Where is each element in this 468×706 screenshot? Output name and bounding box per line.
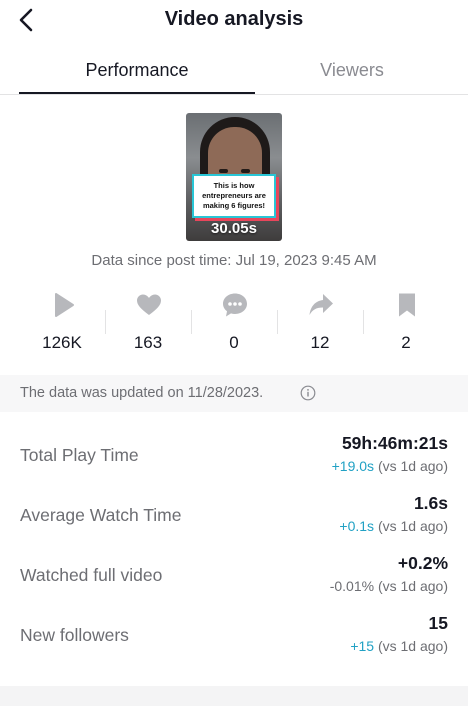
metric-delta: +0.1s (vs 1d ago) (339, 518, 448, 534)
metric-new-followers: New followers 15 +15 (vs 1d ago) (0, 611, 468, 671)
metric-change: +0.1s (339, 518, 375, 534)
stat-comments-value: 0 (229, 333, 239, 352)
stat-shares-value: 12 (310, 333, 330, 352)
stat-comments: 0 (191, 290, 277, 360)
info-icon[interactable] (300, 385, 316, 401)
header: Video analysis (0, 0, 468, 42)
metric-label: Watched full video (20, 565, 163, 585)
update-notice-text: The data was updated on 11/28/2023. (20, 385, 264, 401)
video-thumbnail[interactable]: This is how entrepreneurs are making 6 f… (186, 113, 282, 241)
metric-label: New followers (20, 625, 129, 645)
post-time-text: Data since post time: Jul 19, 2023 9:45 … (91, 252, 377, 269)
thumbnail-eye-right (241, 169, 250, 173)
stat-views: 126K (19, 290, 105, 360)
metric-change: +15 (350, 638, 375, 654)
metric-delta: -0.01% (vs 1d ago) (330, 578, 448, 594)
metric-delta: +19.0s (vs 1d ago) (332, 458, 448, 474)
metric-compare: (vs 1d ago) (374, 518, 448, 534)
tab-bar: Performance Viewers (0, 50, 468, 95)
metric-label: Total Play Time (20, 445, 139, 465)
video-caption: This is how entrepreneurs are making 6 f… (192, 174, 276, 218)
metric-total-play-time: Total Play Time 59h:46m:21s +19.0s (vs 1… (0, 431, 468, 491)
bookmark-icon (399, 293, 415, 317)
update-notice: The data was updated on 11/28/2023. (0, 375, 468, 412)
metric-compare: (vs 1d ago) (374, 458, 448, 474)
page-title: Video analysis (164, 8, 304, 30)
metric-change: +19.0s (331, 458, 375, 474)
stat-saves-value: 2 (401, 333, 411, 352)
engagement-stats: 126K 163 0 12 2 (0, 290, 468, 360)
metric-value: 15 (428, 613, 448, 633)
stat-saves: 2 (363, 290, 449, 360)
metric-value: 1.6s (413, 493, 448, 513)
section-separator (0, 686, 468, 706)
tab-performance[interactable]: Performance (19, 50, 255, 94)
heart-icon (137, 294, 161, 315)
metric-value: +0.2% (397, 553, 448, 573)
metric-change: -0.01% (329, 578, 375, 594)
stat-shares: 12 (277, 290, 363, 360)
stat-views-value: 126K (42, 333, 82, 352)
comment-icon (223, 293, 247, 317)
metric-compare: (vs 1d ago) (374, 638, 448, 654)
thumbnail-eye-left (219, 169, 228, 173)
metric-delta: +15 (vs 1d ago) (350, 638, 448, 654)
video-duration: 30.05s (211, 220, 257, 237)
share-icon (309, 294, 333, 315)
metric-average-watch-time: Average Watch Time 1.6s +0.1s (vs 1d ago… (0, 491, 468, 551)
metric-watched-full-video: Watched full video +0.2% -0.01% (vs 1d a… (0, 551, 468, 611)
tab-viewers[interactable]: Viewers (234, 50, 468, 94)
metric-value: 59h:46m:21s (341, 433, 448, 453)
stat-likes: 163 (105, 290, 191, 360)
stat-likes-value: 163 (133, 333, 163, 352)
play-icon (55, 293, 74, 317)
metric-compare: (vs 1d ago) (374, 578, 448, 594)
active-tab-indicator (19, 92, 255, 94)
metric-label: Average Watch Time (20, 505, 182, 525)
